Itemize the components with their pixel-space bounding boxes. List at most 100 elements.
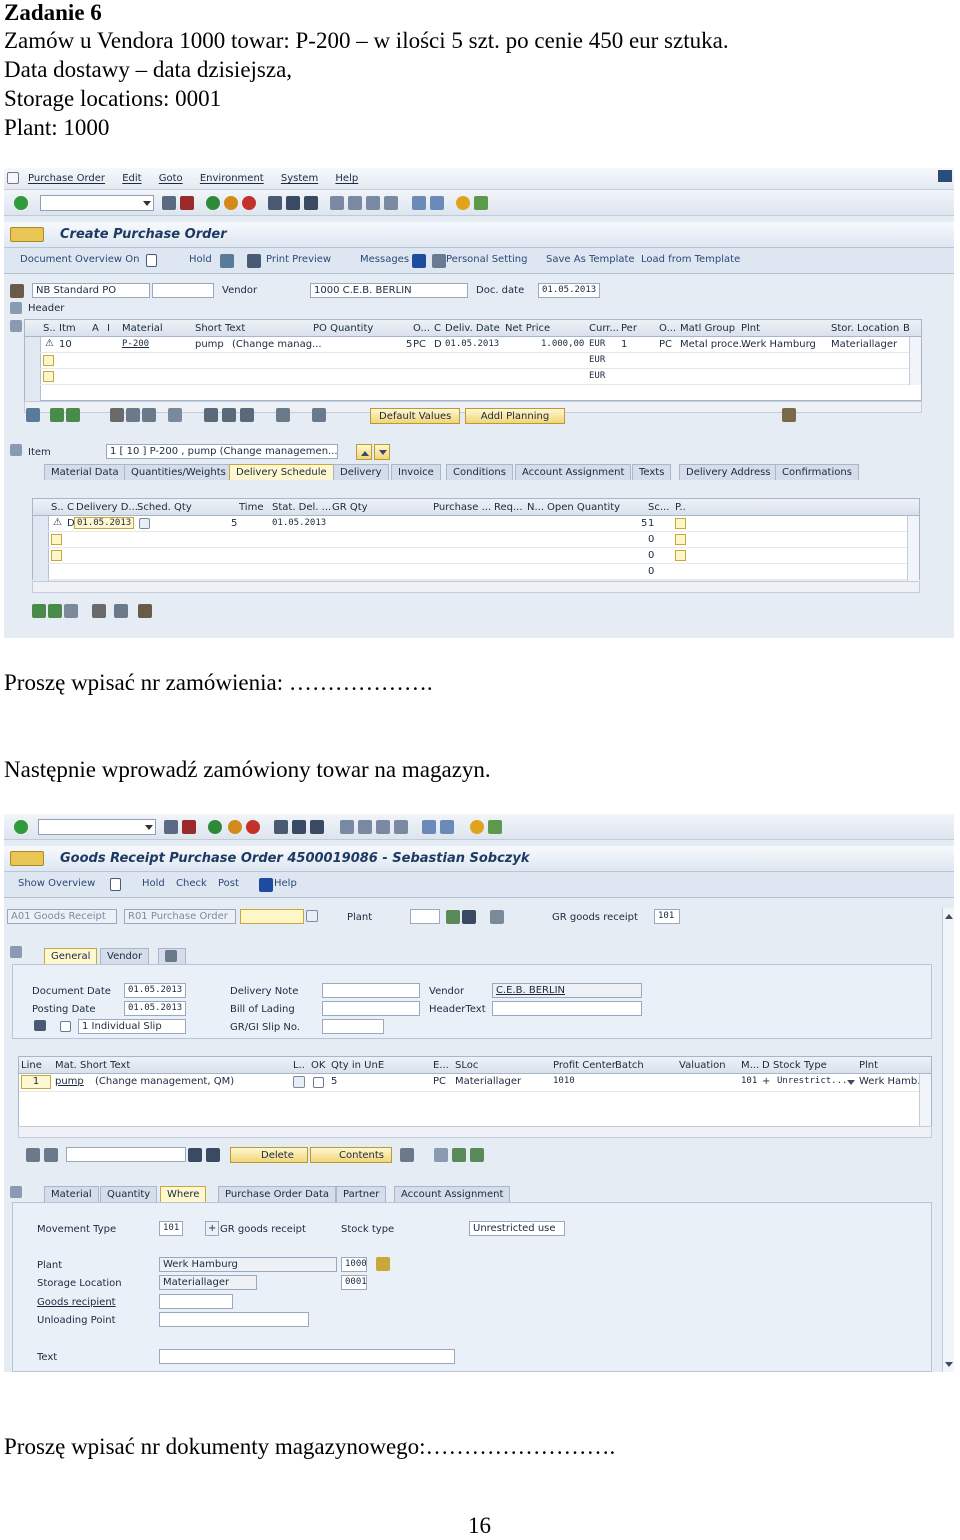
cart-icon[interactable] xyxy=(138,604,152,618)
bill-of-lading-field[interactable] xyxy=(322,1001,420,1016)
item-grid-scrollbar[interactable] xyxy=(909,337,921,385)
gr-col-mat-short-text[interactable]: Mat. Short Text xyxy=(55,1060,130,1071)
item-matl-group[interactable]: Metal proce... xyxy=(680,339,748,350)
col-c[interactable]: C xyxy=(434,323,441,334)
gr-col-m[interactable]: M... xyxy=(741,1060,759,1071)
gr-col-valuation[interactable]: Valuation xyxy=(679,1060,726,1071)
gr-sloc[interactable]: Materiallager xyxy=(455,1076,521,1087)
tab-material-data[interactable]: Material Data xyxy=(44,464,126,480)
scroll-down-icon[interactable] xyxy=(945,1362,953,1371)
lock-icon[interactable] xyxy=(142,408,156,422)
item-search-input[interactable] xyxy=(66,1147,186,1162)
item-text-field[interactable] xyxy=(159,1349,455,1364)
print-checkbox[interactable] xyxy=(60,1021,71,1032)
gr-col-plnt[interactable]: Plnt xyxy=(859,1060,878,1071)
menu-system[interactable]: System xyxy=(281,173,318,184)
gr-col-sloc[interactable]: SLoc xyxy=(455,1060,478,1071)
first-page-icon[interactable] xyxy=(340,820,354,834)
enter-check-icon[interactable] xyxy=(14,196,28,210)
back-triangle-icon[interactable] xyxy=(162,196,176,210)
delete-row-icon[interactable] xyxy=(110,408,124,422)
item-short-text[interactable]: pump xyxy=(195,339,224,350)
unloading-point-field[interactable] xyxy=(159,1312,309,1327)
gr-col-qty[interactable]: Qty in UnE xyxy=(331,1060,384,1071)
delivery-note-field[interactable] xyxy=(322,983,420,998)
item-select[interactable]: 1 [ 10 ] P-200 , pump (Change managemen.… xyxy=(106,444,338,459)
gr-col-stock-type[interactable]: Stock Type xyxy=(773,1060,827,1071)
plant-input[interactable] xyxy=(410,909,440,924)
prev-page-icon[interactable] xyxy=(358,820,372,834)
gr-mat-text[interactable]: pump xyxy=(55,1076,84,1087)
item-detail-icon[interactable] xyxy=(293,1076,305,1088)
tab-texts[interactable]: Texts xyxy=(632,464,672,480)
add-row-icon[interactable] xyxy=(50,408,64,422)
grid-settings-icon[interactable] xyxy=(400,1148,414,1162)
col-po-quantity[interactable]: PO Quantity xyxy=(313,323,373,334)
row-marker[interactable] xyxy=(43,355,54,366)
command-field[interactable] xyxy=(38,819,156,835)
sched-col-sched-qty[interactable]: Sched. Qty xyxy=(137,502,192,513)
posting-date-field[interactable]: 01.05.2013 xyxy=(124,1001,186,1016)
gr-item-row-1[interactable]: 1 pump (Change management, QM) 5 PC Mate… xyxy=(19,1074,931,1092)
default-values-button[interactable]: Default Values xyxy=(370,408,460,424)
next-page-icon[interactable] xyxy=(376,820,390,834)
col-deliv-date[interactable]: Deliv. Date xyxy=(445,323,500,334)
tab-vendor[interactable]: Vendor xyxy=(100,948,150,964)
vendor-field[interactable]: C.E.B. BERLIN xyxy=(492,983,642,998)
sort-icon[interactable] xyxy=(204,408,218,422)
schedule-grid-hscroll[interactable] xyxy=(32,581,920,593)
row2-currency[interactable]: EUR xyxy=(589,355,605,365)
show-overview-button[interactable]: Show Overview xyxy=(18,878,95,889)
find-icon[interactable] xyxy=(286,196,300,210)
sched-col-sc[interactable]: Sc... xyxy=(648,502,669,513)
cancel-icon[interactable] xyxy=(246,820,260,834)
shortcut-icon[interactable] xyxy=(430,196,444,210)
sched-col-time[interactable]: Time xyxy=(239,502,263,513)
help-button[interactable]: Help xyxy=(274,878,297,889)
screen-menu-icon[interactable] xyxy=(10,227,44,242)
add-icon[interactable] xyxy=(452,1148,466,1162)
gr-col-ok[interactable]: OK xyxy=(311,1060,325,1071)
back-icon[interactable] xyxy=(206,196,220,210)
tab-delivery[interactable]: Delivery xyxy=(333,464,389,480)
col-opu[interactable]: O... xyxy=(659,323,676,334)
menu-help[interactable]: Help xyxy=(335,173,358,184)
hold-button[interactable]: Hold xyxy=(142,878,165,889)
tab-delivery-schedule[interactable]: Delivery Schedule xyxy=(229,464,334,480)
find-icon[interactable] xyxy=(188,1148,202,1162)
sched-col-stat-del[interactable]: Stat. Del. ... xyxy=(272,502,331,513)
command-field[interactable] xyxy=(40,195,154,211)
document-icon[interactable] xyxy=(782,408,796,422)
reference-select[interactable]: R01 Purchase Order xyxy=(124,909,236,924)
gr-items-scrollbar[interactable] xyxy=(919,1074,931,1133)
col-net-price[interactable]: Net Price xyxy=(505,323,550,334)
copy-icon[interactable] xyxy=(434,1148,448,1162)
new-doc-icon[interactable] xyxy=(146,254,157,267)
item-per[interactable]: 1 xyxy=(621,339,627,350)
add-row-icon[interactable] xyxy=(32,604,46,618)
item-ok-checkbox[interactable] xyxy=(313,1077,324,1088)
org-icon[interactable] xyxy=(220,254,234,268)
item-deliv-date[interactable]: 01.05.2013 xyxy=(445,339,499,349)
document-date-field[interactable]: 01.05.2013 xyxy=(124,983,186,998)
tab-material[interactable]: Material xyxy=(44,1186,99,1202)
last-page-icon[interactable] xyxy=(394,820,408,834)
check-button[interactable]: Check xyxy=(176,878,207,889)
shortcut-icon[interactable] xyxy=(440,820,454,834)
menu-purchase-order[interactable]: Purchase Order xyxy=(28,173,105,184)
tab-purchase-order-data[interactable]: Purchase Order Data xyxy=(218,1186,337,1202)
col-i[interactable]: I xyxy=(107,323,110,334)
scroll-up-icon[interactable] xyxy=(945,910,953,919)
new-session-icon[interactable] xyxy=(412,196,426,210)
print-icon[interactable] xyxy=(268,196,282,210)
tab-quantities-weights[interactable]: Quantities/Weights xyxy=(124,464,233,480)
sched-stat-date[interactable]: 01.05.2013 xyxy=(272,518,326,528)
layout-change-icon[interactable] xyxy=(276,408,290,422)
tab-general[interactable]: General xyxy=(44,948,98,964)
save-as-template-button[interactable]: Save As Template xyxy=(546,254,635,265)
calendar-icon[interactable] xyxy=(139,518,150,529)
filter-delete-icon[interactable] xyxy=(240,408,254,422)
filter-icon[interactable] xyxy=(222,408,236,422)
copy-row-icon[interactable] xyxy=(114,604,128,618)
col-stor-location[interactable]: Stor. Location xyxy=(831,323,899,334)
